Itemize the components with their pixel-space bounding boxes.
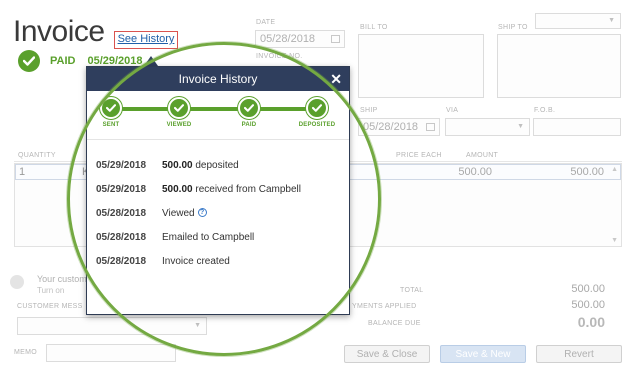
step-sent: SENT	[81, 97, 141, 128]
event-description: Viewed	[162, 207, 195, 219]
list-item: 05/29/2018 500.00 deposited	[96, 153, 301, 177]
toggle-icon[interactable]	[10, 275, 24, 289]
step-label: SENT	[102, 122, 120, 128]
balance-due-value: 0.00	[577, 314, 605, 330]
event-text: 500.00 deposited	[162, 160, 239, 171]
history-events: 05/29/2018 500.00 deposited 05/29/2018 5…	[96, 153, 301, 273]
event-description: deposited	[192, 159, 239, 171]
divider	[87, 139, 349, 140]
step-deposited: DEPOSITED	[287, 97, 347, 128]
date-label: DATE	[256, 19, 276, 26]
calendar-icon[interactable]	[331, 35, 340, 43]
status-badge: PAID	[50, 55, 76, 67]
invoice-no-label: INVOICE NO.	[256, 53, 303, 60]
close-icon[interactable]: ✕	[330, 71, 342, 87]
via-dropdown[interactable]: ▼	[445, 118, 530, 136]
event-description: Invoice created	[162, 255, 230, 267]
via-label: VIA	[446, 107, 459, 114]
event-date: 05/29/2018	[96, 183, 147, 195]
event-date: 05/28/2018	[96, 255, 147, 267]
checkmark-icon	[18, 50, 40, 72]
checkmark-icon	[100, 97, 122, 119]
balance-due-label: BALANCE DUE	[368, 320, 421, 327]
bill-to-field[interactable]	[358, 34, 484, 98]
ship-label: SHIP	[360, 107, 378, 114]
step-label: VIEWED	[166, 122, 192, 128]
event-date: 05/28/2018	[96, 207, 147, 219]
save-new-button[interactable]: Save & New	[440, 345, 526, 363]
list-item: 05/28/2018 Invoice created	[96, 249, 301, 273]
calendar-icon[interactable]	[426, 123, 435, 131]
chevron-down-icon: ▼	[194, 322, 201, 329]
payments-applied-label: YMENTS APPLIED	[352, 303, 417, 310]
invoice-history-popup: Invoice History ✕ SENT VIEWED PAID DEPOS…	[86, 66, 350, 315]
price-each-header: PRICE EACH	[396, 152, 442, 159]
customer-message-dropdown[interactable]: ▼	[17, 317, 207, 335]
date-field[interactable]: 05/28/2018	[255, 30, 345, 48]
ship-to-field[interactable]	[497, 34, 621, 98]
event-date: 05/28/2018	[96, 231, 147, 243]
save-close-button[interactable]: Save & Close	[344, 345, 430, 363]
revert-button[interactable]: Revert	[536, 345, 622, 363]
memo-label: MEMO	[14, 349, 37, 356]
ship-date-field[interactable]: 05/28/2018	[358, 118, 440, 136]
info-icon[interactable]: ?	[197, 208, 207, 218]
step-label: DEPOSITED	[298, 122, 336, 128]
date-value: 05/28/2018	[260, 33, 316, 45]
event-text: Invoice created	[162, 256, 230, 267]
popup-pointer	[144, 56, 158, 66]
event-text: Viewed?	[162, 208, 207, 219]
customer-message-label: CUSTOMER MESS	[17, 303, 83, 310]
quantity-header: QUANTITY	[18, 152, 56, 159]
ship-to-label: SHIP TO	[498, 24, 528, 31]
event-description: received from Campbell	[192, 183, 301, 195]
checkmark-icon	[168, 97, 190, 119]
step-viewed: VIEWED	[149, 97, 209, 128]
list-item: 05/29/2018 500.00 received from Campbell	[96, 177, 301, 201]
status-steps: SENT VIEWED PAID DEPOSITED	[87, 97, 351, 137]
step-paid: PAID	[219, 97, 279, 128]
row-qty: 1	[19, 166, 26, 178]
scroll-down-icon[interactable]: ▼	[611, 237, 618, 244]
list-item: 05/28/2018 Viewed?	[96, 201, 301, 225]
list-item: 05/28/2018 Emailed to Campbell	[96, 225, 301, 249]
memo-field[interactable]	[46, 344, 176, 362]
checkmark-icon	[306, 97, 328, 119]
payments-applied-value: 500.00	[571, 299, 605, 311]
fob-label: F.O.B.	[534, 107, 556, 114]
customer-note-link[interactable]: Turn on	[37, 286, 64, 295]
total-label: TOTAL	[400, 287, 424, 294]
chevron-down-icon: ▼	[517, 123, 524, 130]
fob-field[interactable]	[533, 118, 621, 136]
total-value: 500.00	[571, 283, 605, 295]
event-amount: 500.00	[162, 159, 193, 171]
amount-header: AMOUNT	[466, 152, 499, 159]
checkmark-icon	[238, 97, 260, 119]
event-text: Emailed to Campbell	[162, 232, 254, 243]
event-description: Emailed to Campbell	[162, 231, 255, 243]
page-title: Invoice	[13, 15, 105, 48]
popup-title: Invoice History	[178, 72, 258, 86]
event-amount: 500.00	[162, 183, 193, 195]
chevron-down-icon: ▼	[608, 17, 615, 24]
event-text: 500.00 received from Campbell	[162, 184, 301, 195]
event-date: 05/29/2018	[96, 159, 147, 171]
customer-note: Your custom	[37, 274, 87, 284]
row-price: 500.00	[458, 166, 492, 178]
ship-to-dropdown[interactable]: ▼	[535, 13, 621, 29]
scroll-up-icon[interactable]: ▲	[611, 166, 618, 173]
ship-date-value: 05/28/2018	[363, 121, 419, 133]
step-label: PAID	[241, 122, 257, 128]
row-amount: 500.00	[570, 166, 604, 178]
see-history-link[interactable]: See History	[114, 31, 178, 49]
bill-to-label: BILL TO	[360, 24, 388, 31]
popup-header: Invoice History ✕	[87, 67, 349, 91]
